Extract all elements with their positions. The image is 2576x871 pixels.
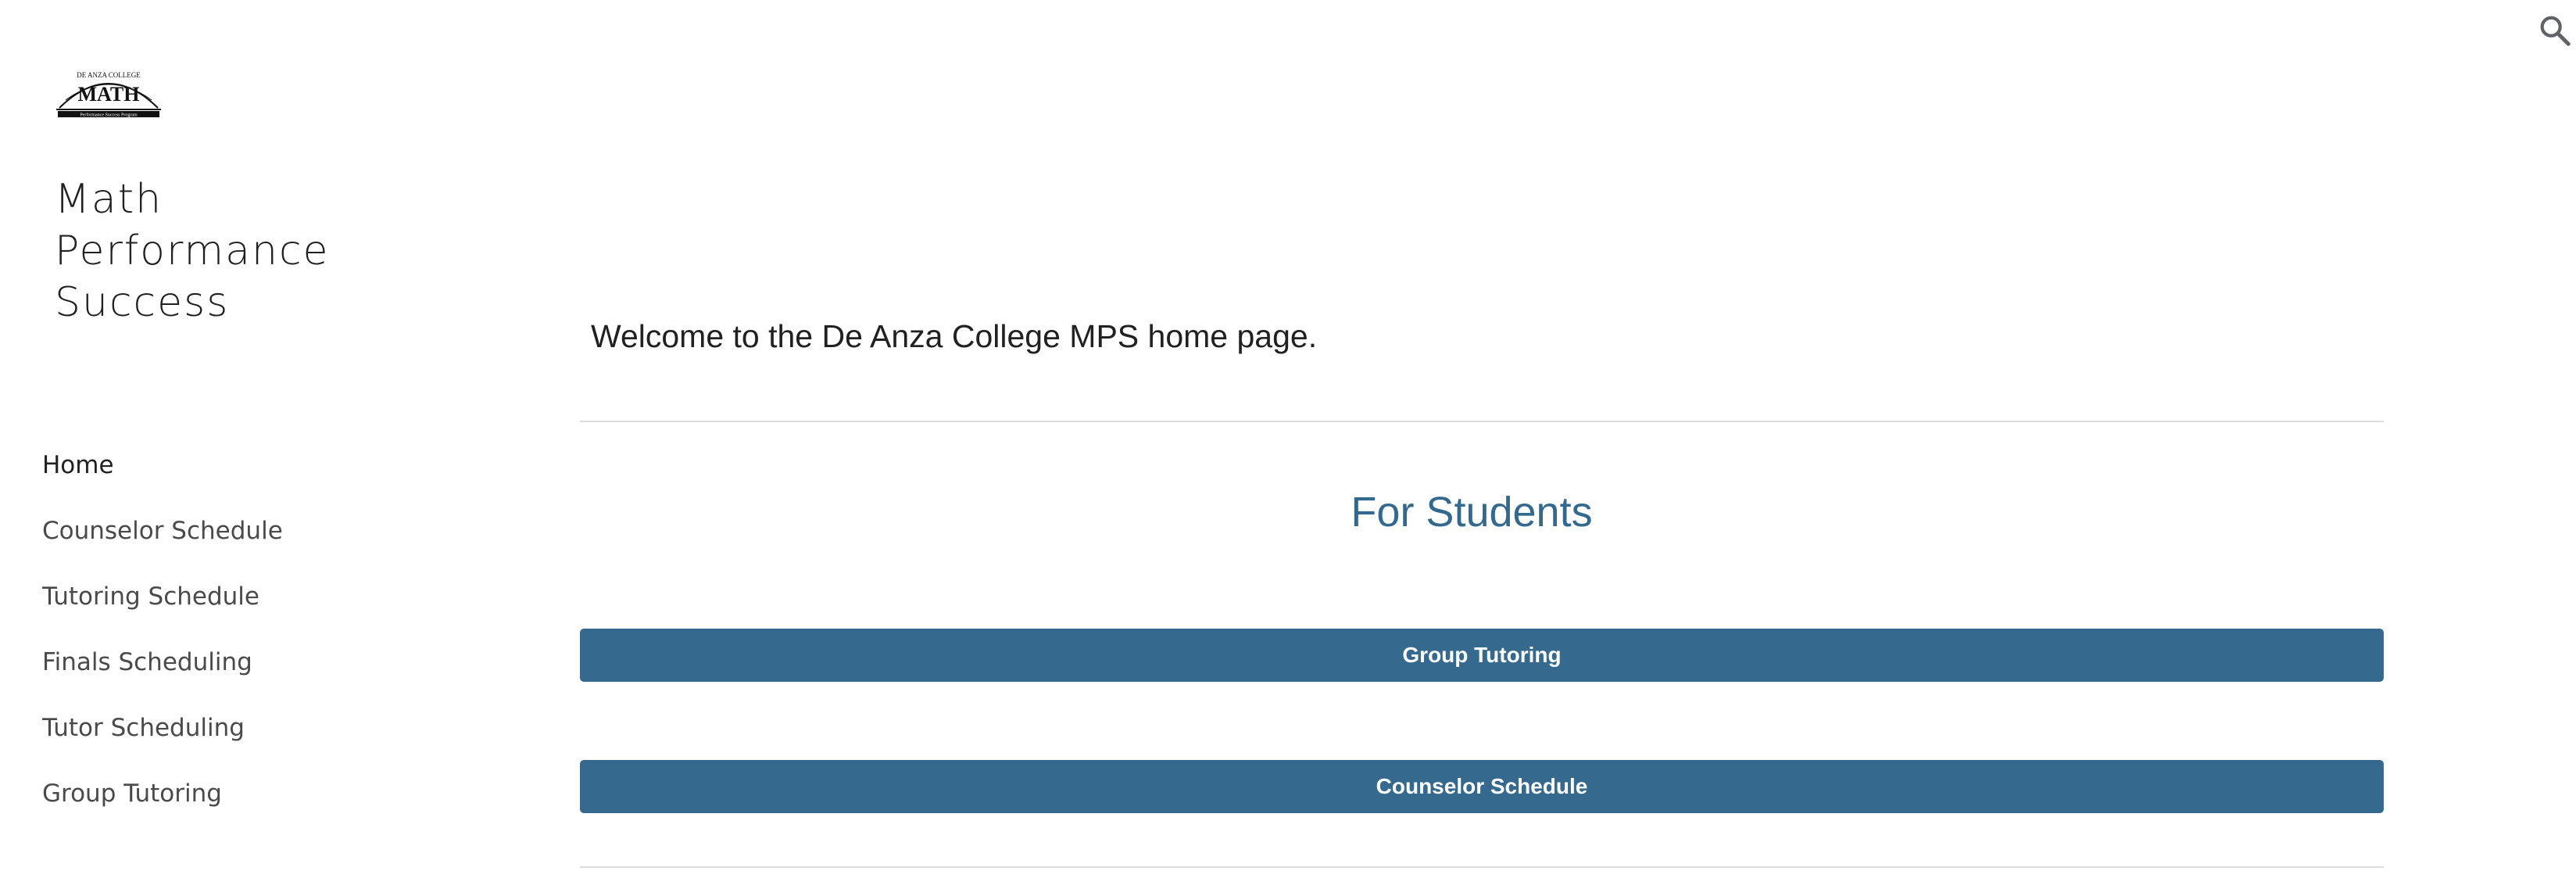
- nav-item-group-tutoring[interactable]: Group Tutoring: [42, 772, 283, 838]
- site-logo[interactable]: DE ANZA COLLEGE MATH Performance Success…: [55, 64, 163, 119]
- svg-text:DE ANZA COLLEGE: DE ANZA COLLEGE: [77, 71, 141, 79]
- svg-text:MATH: MATH: [78, 83, 140, 106]
- search-icon[interactable]: [2537, 13, 2573, 48]
- students-heading: For Students: [1351, 489, 1593, 536]
- divider-top: [580, 421, 2384, 422]
- group-tutoring-button[interactable]: Group Tutoring: [580, 629, 2384, 682]
- nav-item-tutor-scheduling[interactable]: Tutor Scheduling: [42, 707, 283, 772]
- page: DE ANZA COLLEGE MATH Performance Success…: [0, 0, 2576, 871]
- counselor-schedule-button[interactable]: Counselor Schedule: [580, 760, 2384, 813]
- site-title[interactable]: Math Performance Success: [55, 174, 383, 328]
- nav-item-home[interactable]: Home: [42, 444, 283, 510]
- nav-item-counselor-schedule[interactable]: Counselor Schedule: [42, 510, 283, 575]
- welcome-text: Welcome to the De Anza College MPS home …: [591, 318, 1318, 354]
- nav-item-tutoring-schedule[interactable]: Tutoring Schedule: [42, 575, 283, 641]
- nav-item-finals-scheduling[interactable]: Finals Scheduling: [42, 641, 283, 707]
- sidebar-nav: Home Counselor Schedule Tutoring Schedul…: [42, 444, 283, 838]
- divider-bottom: [580, 866, 2384, 868]
- svg-text:Performance Success Program: Performance Success Program: [80, 113, 138, 118]
